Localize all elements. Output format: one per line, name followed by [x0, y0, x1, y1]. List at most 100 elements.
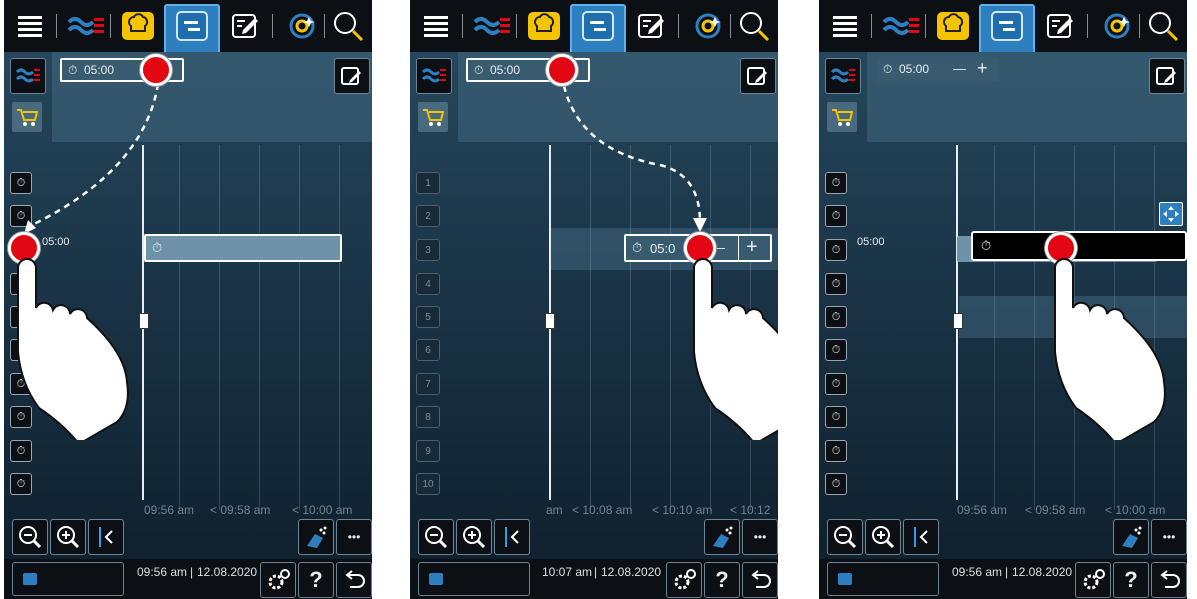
- help-button[interactable]: ?: [298, 562, 334, 598]
- slot-number[interactable]: 1: [416, 172, 440, 194]
- search-icon[interactable]: [1141, 6, 1185, 46]
- cooking-paths-icon[interactable]: [879, 6, 923, 46]
- slot-number[interactable]: 7: [416, 373, 440, 395]
- slot-timer-button[interactable]: ⏱: [10, 339, 32, 361]
- slot-timer-button[interactable]: ⏱: [10, 473, 32, 495]
- zoom-in-button[interactable]: [456, 519, 492, 555]
- connectedcooking-icon[interactable]: [1095, 6, 1139, 46]
- connectedcooking-icon[interactable]: [686, 6, 730, 46]
- cooking-paths-button[interactable]: [10, 58, 46, 94]
- edit-program-icon[interactable]: [630, 6, 674, 46]
- edit-program-icon[interactable]: [1039, 6, 1083, 46]
- settings-button[interactable]: [1075, 562, 1111, 598]
- back-button[interactable]: [742, 562, 778, 598]
- menu-icon[interactable]: [8, 6, 52, 46]
- shopping-cart-button[interactable]: [418, 102, 448, 132]
- cooking-paths-button[interactable]: [416, 58, 452, 94]
- help-button[interactable]: ?: [704, 562, 740, 598]
- more-options-button[interactable]: •••: [336, 519, 372, 555]
- slot-timer-button[interactable]: ⏱: [825, 339, 847, 361]
- cooking-paths-icon[interactable]: [470, 6, 514, 46]
- program-bar-dragging[interactable]: ⏱: [971, 231, 1187, 261]
- timer-plus[interactable]: +: [977, 58, 988, 79]
- slot-timer-button[interactable]: ⏱: [10, 205, 32, 227]
- move-handle-button[interactable]: [1159, 202, 1183, 226]
- tick-label: < 09:58 am: [210, 503, 271, 517]
- edit-program-button[interactable]: [1149, 58, 1185, 94]
- slot-timer-button[interactable]: ⏱: [825, 306, 847, 328]
- more-options-button[interactable]: •••: [1151, 519, 1187, 555]
- timer-minus[interactable]: —: [953, 61, 966, 76]
- zoom-out-button[interactable]: [418, 519, 454, 555]
- zoom-in-button[interactable]: [865, 519, 901, 555]
- slot-timer-button[interactable]: ⏱: [10, 172, 32, 194]
- slot-number[interactable]: 10: [416, 473, 440, 495]
- timeline-handle[interactable]: [139, 313, 149, 329]
- jump-to-now-button[interactable]: [494, 519, 530, 555]
- back-button[interactable]: [336, 562, 372, 598]
- planning-icon[interactable]: [576, 6, 620, 46]
- planning-mini-icon: [429, 573, 443, 585]
- chef-hat-icon[interactable]: [116, 6, 160, 46]
- slot-timer-button[interactable]: ⏱: [825, 172, 847, 194]
- chef-hat-icon[interactable]: [931, 6, 975, 46]
- search-icon[interactable]: [326, 6, 370, 46]
- slot-number[interactable]: 3: [416, 239, 440, 261]
- slot-timer-button[interactable]: ⏱: [825, 373, 847, 395]
- slot-timer-button[interactable]: ⏱: [825, 273, 847, 295]
- slot-number[interactable]: 6: [416, 339, 440, 361]
- slot-timer-button[interactable]: ⏱: [10, 273, 32, 295]
- shopping-cart-button[interactable]: [827, 102, 857, 132]
- edit-program-button[interactable]: [740, 58, 776, 94]
- planning-mini-icon: [23, 573, 37, 585]
- cleaning-button[interactable]: [1113, 519, 1149, 555]
- menu-icon[interactable]: [414, 6, 458, 46]
- timeline-handle[interactable]: [545, 313, 555, 329]
- drop-plus[interactable]: +: [746, 236, 758, 259]
- slot-timer-button[interactable]: ⏱: [10, 406, 32, 428]
- planning-icon[interactable]: [985, 6, 1029, 46]
- planning-icon[interactable]: [170, 6, 214, 46]
- slot-number[interactable]: 9: [416, 440, 440, 462]
- slot-timer-button[interactable]: ⏱: [825, 473, 847, 495]
- timeline-handle[interactable]: [953, 313, 963, 329]
- program-bar[interactable]: ⏱: [144, 234, 342, 262]
- slot-timer-button[interactable]: ⏱: [10, 373, 32, 395]
- slot-timer-button[interactable]: ⏱: [825, 406, 847, 428]
- shopping-cart-button[interactable]: [12, 102, 42, 132]
- mini-status-button[interactable]: [418, 562, 530, 596]
- slot-number[interactable]: 5: [416, 306, 440, 328]
- menu-icon[interactable]: [823, 6, 867, 46]
- mini-status-button[interactable]: [12, 562, 124, 596]
- cooking-paths-button[interactable]: [825, 58, 861, 94]
- settings-button[interactable]: [260, 562, 296, 598]
- jump-to-now-button[interactable]: [88, 519, 124, 555]
- help-button[interactable]: ?: [1113, 562, 1149, 598]
- slot-number[interactable]: 4: [416, 273, 440, 295]
- jump-to-now-button[interactable]: [903, 519, 939, 555]
- cleaning-button[interactable]: [704, 519, 740, 555]
- chef-hat-icon[interactable]: [522, 6, 566, 46]
- edit-program-button[interactable]: [334, 58, 370, 94]
- search-icon[interactable]: [732, 6, 776, 46]
- settings-button[interactable]: [666, 562, 702, 598]
- slot-timer-button[interactable]: ⏱: [10, 306, 32, 328]
- cooking-paths-icon[interactable]: [64, 6, 108, 46]
- edit-program-icon[interactable]: [224, 6, 268, 46]
- more-options-button[interactable]: •••: [742, 519, 778, 555]
- zoom-out-button[interactable]: [827, 519, 863, 555]
- back-button[interactable]: [1151, 562, 1187, 598]
- zoom-out-button[interactable]: [12, 519, 48, 555]
- slot-timer-button[interactable]: ⏱: [825, 205, 847, 227]
- connectedcooking-icon[interactable]: [280, 6, 324, 46]
- slot-number[interactable]: 2: [416, 205, 440, 227]
- zoom-in-button[interactable]: [50, 519, 86, 555]
- clock-time: 10:07 am: [542, 565, 593, 579]
- mini-status-button[interactable]: [827, 562, 939, 596]
- timer-chip[interactable]: ⏱ 05:00 — +: [877, 58, 999, 82]
- slot-timer-button[interactable]: ⏱: [825, 440, 847, 462]
- cleaning-button[interactable]: [298, 519, 334, 555]
- slot-timer-button[interactable]: ⏱: [825, 239, 847, 261]
- slot-timer-button[interactable]: ⏱: [10, 440, 32, 462]
- slot-number[interactable]: 8: [416, 406, 440, 428]
